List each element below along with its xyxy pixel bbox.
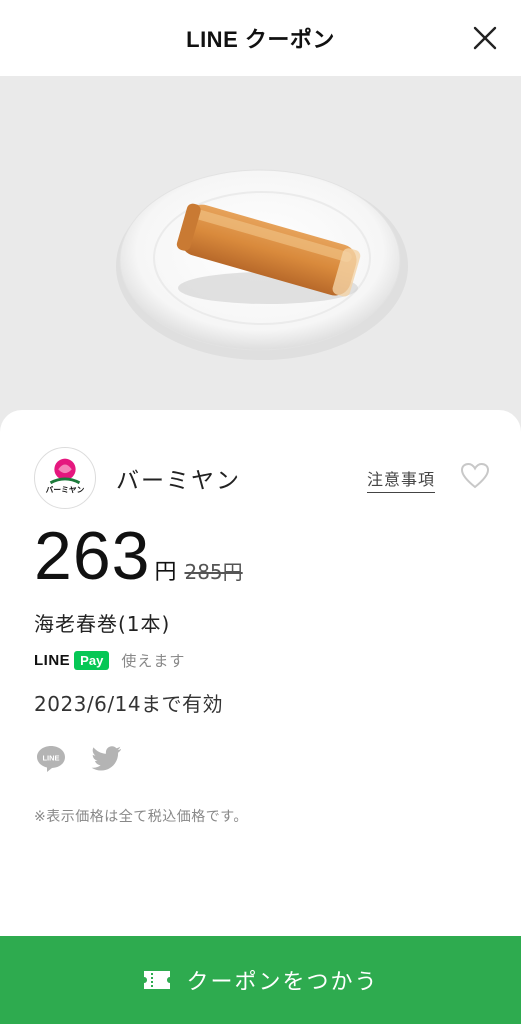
expiry-date: 2023/6/14まで有効 bbox=[34, 692, 224, 716]
use-coupon-label: クーポンをつかう bbox=[186, 970, 379, 995]
store-row: バーミヤン バーミヤン 注意事項 bbox=[34, 446, 491, 510]
favorite-button[interactable] bbox=[459, 460, 491, 492]
original-price: 285円 bbox=[184, 560, 243, 584]
twitter-icon[interactable] bbox=[91, 745, 123, 773]
line-icon-text: LINE bbox=[42, 754, 59, 763]
close-icon[interactable] bbox=[469, 22, 501, 54]
line-share-icon[interactable]: LINE bbox=[35, 744, 67, 774]
ticket-icon bbox=[144, 971, 171, 989]
close-button[interactable] bbox=[469, 22, 501, 54]
notice-link[interactable]: 注意事項 bbox=[366, 466, 435, 493]
store-logo: バーミヤン bbox=[34, 447, 96, 509]
line-pay-brand: LINE bbox=[34, 652, 71, 669]
store-name: バーミヤン bbox=[116, 468, 241, 494]
spring-roll-plate-image bbox=[116, 169, 408, 360]
use-coupon-button[interactable]: クーポンをつかう bbox=[0, 936, 521, 1024]
share-twitter-button[interactable] bbox=[90, 742, 124, 776]
product-image bbox=[0, 76, 521, 436]
price-row: 263 円 285円 bbox=[34, 522, 243, 590]
line-pay-badge: Pay bbox=[74, 651, 110, 670]
bamiyan-logo-icon: バーミヤン bbox=[44, 458, 86, 495]
logo-text: バーミヤン bbox=[46, 486, 85, 495]
header-bar: LINE クーポン bbox=[0, 0, 521, 76]
page-title: LINE クーポン bbox=[186, 27, 335, 52]
price-unit: 円 bbox=[154, 560, 177, 585]
coupon-card: バーミヤン バーミヤン 注意事項 263 円 285円 海老春巻(1本) LIN… bbox=[0, 410, 521, 1024]
coupon-price: 263 bbox=[34, 518, 151, 594]
tax-note: ※表示価格は全て税込価格です。 bbox=[34, 809, 248, 825]
share-row: LINE bbox=[34, 742, 146, 776]
product-name: 海老春巻(1本) bbox=[34, 612, 171, 636]
line-pay-note: 使えます bbox=[121, 652, 186, 670]
share-line-button[interactable]: LINE bbox=[34, 742, 68, 776]
line-pay-row: LINE Pay 使えます bbox=[34, 650, 185, 671]
heart-icon[interactable] bbox=[459, 460, 491, 492]
